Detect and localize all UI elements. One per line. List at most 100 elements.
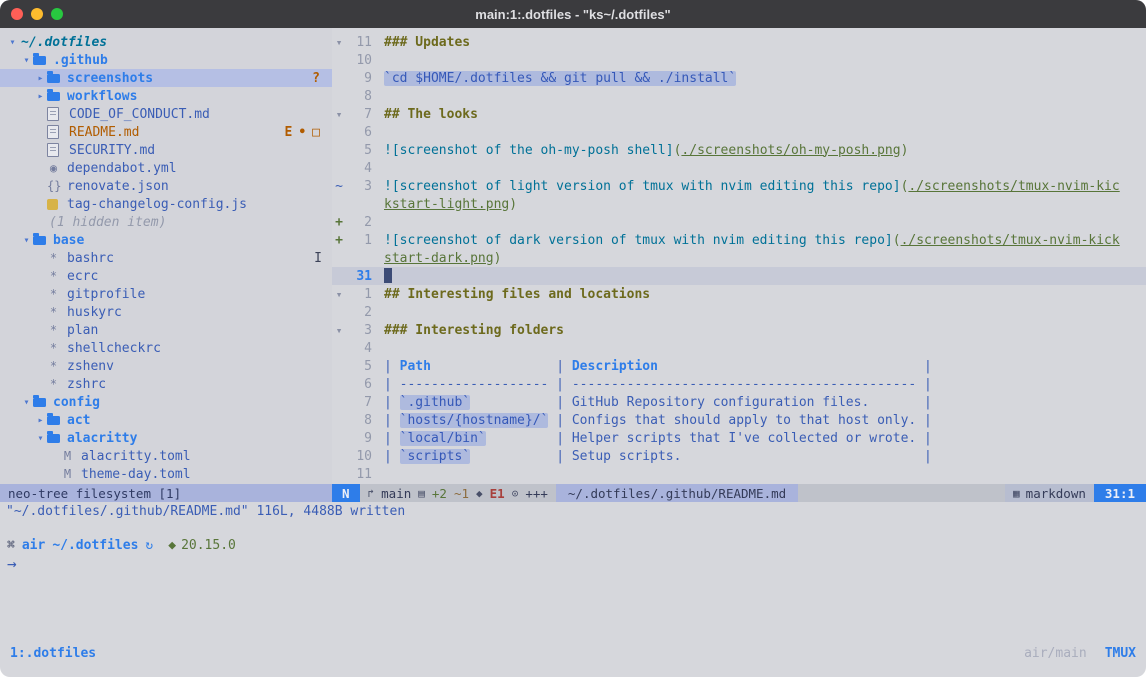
- spacer: [0, 573, 1146, 643]
- tree-row[interactable]: Mtheme-day.toml: [0, 465, 332, 483]
- tree-label: README.md: [69, 125, 139, 140]
- tree-row[interactable]: tag-changelog-config.js: [0, 195, 332, 213]
- line-number: 1: [346, 233, 372, 248]
- editor-line[interactable]: kstart-light.png): [332, 195, 1146, 213]
- tmux-window-name[interactable]: 1:.dotfiles: [10, 646, 96, 661]
- tree-label: act: [67, 413, 90, 428]
- tree-row[interactable]: *zshenv: [0, 357, 332, 375]
- tree-row[interactable]: ▾config: [0, 393, 332, 411]
- editor-line[interactable]: 6| ------------------- | ---------------…: [332, 375, 1146, 393]
- expander-icon: ▾: [34, 433, 47, 444]
- line-number: 5: [346, 359, 372, 374]
- zoom-button[interactable]: [51, 8, 63, 20]
- editor-line[interactable]: 10: [332, 51, 1146, 69]
- line-text: | `.github` | GitHub Repository configur…: [384, 395, 1146, 410]
- diff-changed: ~1: [454, 486, 469, 501]
- editor-line[interactable]: ▾7## The looks: [332, 105, 1146, 123]
- tree-row[interactable]: {}renovate.json: [0, 177, 332, 195]
- tree-row[interactable]: README.md E•□: [0, 123, 332, 141]
- editor-line[interactable]: 4: [332, 159, 1146, 177]
- editor-line[interactable]: +1![screenshot of dark version of tmux w…: [332, 231, 1146, 249]
- prompt-host: air: [22, 538, 45, 553]
- folder-icon: [33, 398, 46, 407]
- line-number: 2: [346, 215, 372, 230]
- cursor-position: 31:1: [1094, 484, 1146, 502]
- line-number: 8: [346, 413, 372, 428]
- minimize-button[interactable]: [31, 8, 43, 20]
- tree-row[interactable]: ▸workflows: [0, 87, 332, 105]
- tree-row[interactable]: SECURITY.md: [0, 141, 332, 159]
- tree-row[interactable]: *ecrc: [0, 267, 332, 285]
- editor-line[interactable]: 8| `hosts/{hostname}/` | Configs that sh…: [332, 411, 1146, 429]
- editor-line[interactable]: 5| Path | Description |: [332, 357, 1146, 375]
- editor-line[interactable]: ~3![screenshot of light version of tmux …: [332, 177, 1146, 195]
- editor-line[interactable]: ▾3### Interesting folders: [332, 321, 1146, 339]
- expander-icon: ▾: [20, 55, 33, 66]
- tree-row[interactable]: *bashrcI: [0, 249, 332, 267]
- tree-row[interactable]: (1 hidden item): [0, 213, 332, 231]
- javascript-icon: [47, 199, 58, 210]
- line-number: 9: [346, 71, 372, 86]
- tree-label: workflows: [67, 89, 137, 104]
- tree-label: gitprofile: [67, 287, 145, 302]
- gutter-sign: +: [332, 215, 346, 230]
- expander-icon: ▾: [6, 37, 19, 48]
- line-text: ### Updates: [384, 35, 1146, 50]
- filetype-text: markdown: [1026, 486, 1086, 501]
- tree-row[interactable]: *huskyrc: [0, 303, 332, 321]
- editor-line[interactable]: 5![screenshot of the oh-my-posh shell](.…: [332, 141, 1146, 159]
- diagnostic-icon: ◆: [476, 487, 483, 500]
- line-number: 11: [346, 35, 372, 50]
- tree-row[interactable]: ▾~/.dotfiles: [0, 33, 332, 51]
- tree-row[interactable]: CODE_OF_CONDUCT.md: [0, 105, 332, 123]
- file-icon: [47, 125, 59, 139]
- tree-row[interactable]: ▾.github: [0, 51, 332, 69]
- tree-row[interactable]: ◉dependabot.yml: [0, 159, 332, 177]
- branch-name: main: [381, 486, 411, 501]
- editor-line[interactable]: 11: [332, 465, 1146, 483]
- shell-input-line[interactable]: →: [0, 554, 1146, 573]
- tree-row[interactable]: *zshrc: [0, 375, 332, 393]
- tree-row[interactable]: * gitprofile: [0, 285, 332, 303]
- mode-indicator: N: [332, 484, 360, 502]
- editor-line[interactable]: 7| `.github` | GitHub Repository configu…: [332, 393, 1146, 411]
- editor-line[interactable]: start-dark.png): [332, 249, 1146, 267]
- spacer: [0, 520, 1146, 536]
- hunks-text: +++: [525, 486, 548, 501]
- editor-line[interactable]: 31: [332, 267, 1146, 285]
- tree-row[interactable]: ▾base: [0, 231, 332, 249]
- git-status-badges: E•□: [285, 125, 332, 140]
- tree-row[interactable]: ▸act: [0, 411, 332, 429]
- line-number: 6: [346, 377, 372, 392]
- git-status-badges: ?: [312, 71, 332, 86]
- close-button[interactable]: [11, 8, 23, 20]
- file-type-icon: *: [47, 251, 60, 265]
- editor-line[interactable]: 10| `scripts` | Setup scripts. |: [332, 447, 1146, 465]
- tree-row[interactable]: *plan: [0, 321, 332, 339]
- expander-icon: ▾: [20, 235, 33, 246]
- tree-row[interactable]: *shellcheckrc: [0, 339, 332, 357]
- editor-line[interactable]: 9`cd $HOME/.dotfiles && git pull && ./in…: [332, 69, 1146, 87]
- tree-label: huskyrc: [67, 305, 122, 320]
- editor-line[interactable]: ▾1## Interesting files and locations: [332, 285, 1146, 303]
- tree-row[interactable]: Malacritty.toml: [0, 447, 332, 465]
- editor-line[interactable]: 8: [332, 87, 1146, 105]
- line-number: 4: [346, 341, 372, 356]
- tree-label: SECURITY.md: [69, 143, 155, 158]
- editor-line[interactable]: 9| `local/bin` | Helper scripts that I'v…: [332, 429, 1146, 447]
- line-text: kstart-light.png): [384, 197, 1146, 212]
- editor-line[interactable]: +2: [332, 213, 1146, 231]
- editor-line[interactable]: 4: [332, 339, 1146, 357]
- editor-line[interactable]: ▾11### Updates: [332, 33, 1146, 51]
- gutter-sign: ▾: [332, 324, 346, 337]
- editor-line[interactable]: 6: [332, 123, 1146, 141]
- editor-line[interactable]: 2: [332, 303, 1146, 321]
- tree-row[interactable]: ▸screenshots?: [0, 69, 332, 87]
- markdown-icon: ▦: [1013, 487, 1020, 500]
- git-status-icon: E: [285, 125, 293, 140]
- diagnostic-count: E1: [490, 486, 505, 501]
- tree-label: plan: [67, 323, 98, 338]
- tree-label: CODE_OF_CONDUCT.md: [69, 107, 210, 122]
- tree-row[interactable]: ▾alacritty: [0, 429, 332, 447]
- file-type-icon: *: [47, 287, 60, 301]
